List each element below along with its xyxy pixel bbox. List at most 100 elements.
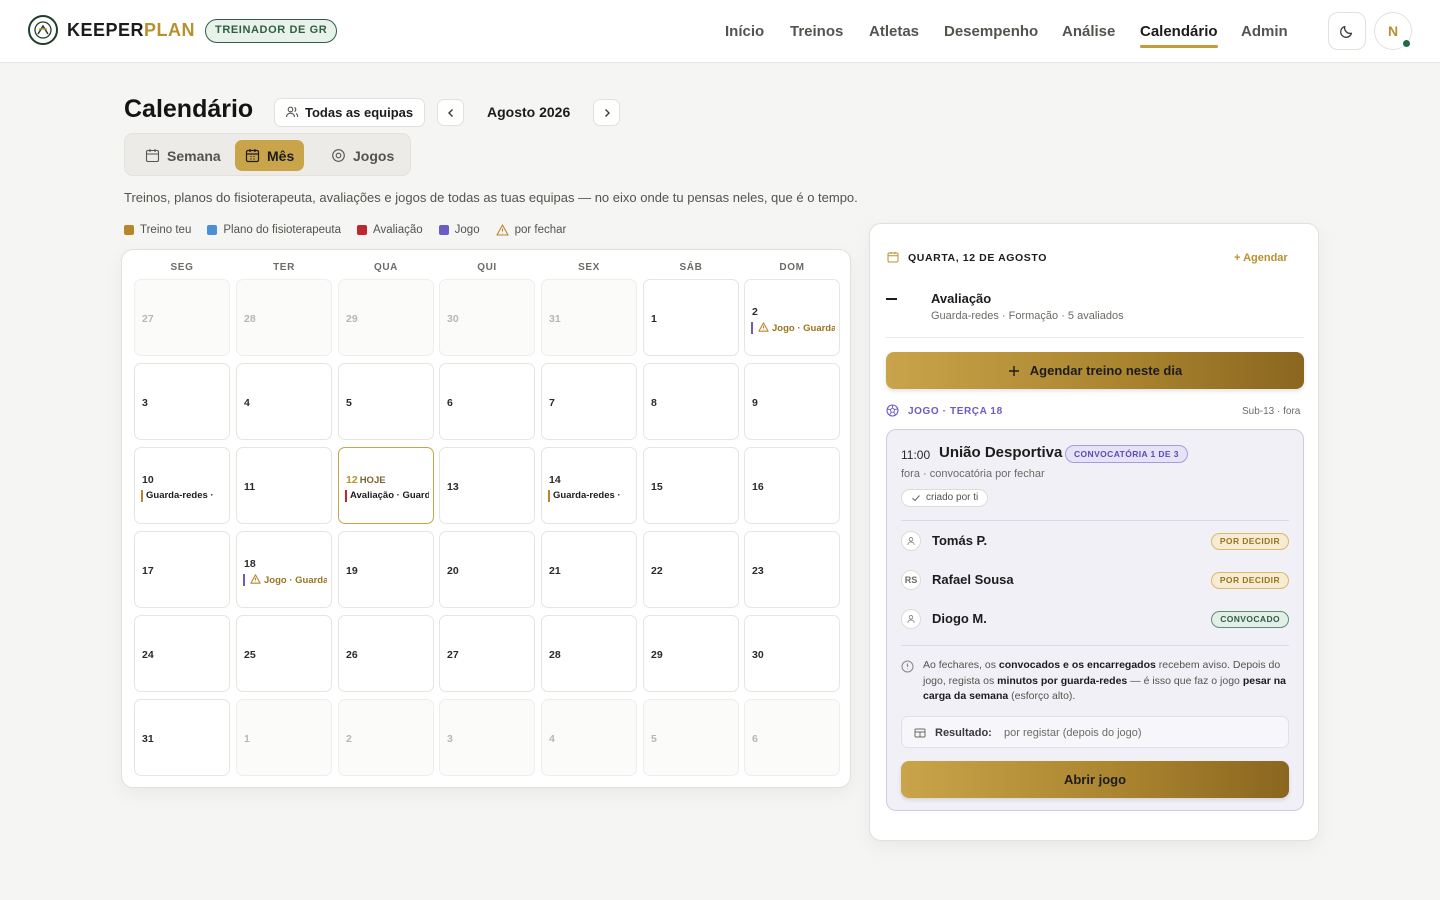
legend-avaliacao: Avaliação xyxy=(357,224,423,236)
player-row[interactable]: RS Rafael Sousa POR DECIDIR xyxy=(901,560,1289,598)
event-title[interactable]: Avaliação xyxy=(931,291,991,306)
player-avatar: RS xyxy=(901,570,921,590)
schedule-training-button[interactable]: Agendar treino neste dia xyxy=(886,352,1304,389)
calendar-day[interactable]: 31 xyxy=(134,699,230,776)
nav-admin[interactable]: Admin xyxy=(1241,23,1288,40)
calendar-day[interactable]: 9 xyxy=(744,363,840,440)
calendar-event-treino[interactable]: Guarda-redes · xyxy=(141,490,225,502)
logo-icon[interactable] xyxy=(28,15,58,45)
day-number: 27 xyxy=(142,313,154,325)
nav-analise[interactable]: Análise xyxy=(1062,23,1115,40)
weekday-header: TER xyxy=(273,262,295,273)
calendar-day[interactable]: 7 xyxy=(541,363,637,440)
chevron-right-icon xyxy=(604,108,610,117)
next-month-button[interactable] xyxy=(593,99,620,126)
day-number: 14 xyxy=(549,474,561,486)
status-badge[interactable]: POR DECIDIR xyxy=(1210,572,1289,589)
day-number: 24 xyxy=(142,649,154,661)
calendar-day[interactable]: 22 xyxy=(643,531,739,608)
player-row[interactable]: Diogo M. CONVOCADO xyxy=(901,599,1289,637)
result-label: Resultado: xyxy=(935,727,992,739)
player-name: Tomás P. xyxy=(932,533,988,548)
calendar-day[interactable]: 6 xyxy=(744,699,840,776)
calendar-day[interactable]: 18 Jogo · Guarda-redes xyxy=(236,531,332,608)
view-month-button[interactable]: Mês xyxy=(235,140,305,171)
calendar-day[interactable]: 11 xyxy=(236,447,332,524)
calendar-day[interactable]: 29 xyxy=(643,615,739,692)
calendar-day[interactable]: 19 xyxy=(338,531,434,608)
calendar-day[interactable]: 21 xyxy=(541,531,637,608)
calendar-day[interactable]: 31 xyxy=(541,279,637,356)
calendar-day[interactable]: 27 xyxy=(439,615,535,692)
calendar-day[interactable]: 16 xyxy=(744,447,840,524)
day-number: 11 xyxy=(244,481,256,493)
calendar-day[interactable]: 28 xyxy=(236,279,332,356)
nav-atletas[interactable]: Atletas xyxy=(869,23,919,40)
calendar-day[interactable]: 4 xyxy=(541,699,637,776)
current-month: Agosto 2026 xyxy=(487,104,571,120)
calendar-event-aval[interactable]: Avaliação · Guarda-redes xyxy=(345,490,429,502)
status-badge[interactable]: POR DECIDIR xyxy=(1210,533,1289,550)
calendar-day[interactable]: 1 xyxy=(643,279,739,356)
user-avatar[interactable]: N xyxy=(1374,12,1412,50)
schedule-link[interactable]: + Agendar xyxy=(1234,252,1288,264)
calendar-day[interactable]: 3 xyxy=(134,363,230,440)
calendar-day[interactable]: 5 xyxy=(338,363,434,440)
player-row[interactable]: Tomás P. POR DECIDIR xyxy=(901,521,1289,559)
calendar-day[interactable]: 2 Jogo · Guarda-redes xyxy=(744,279,840,356)
calendar-day[interactable]: 13 xyxy=(439,447,535,524)
day-number: 17 xyxy=(142,565,154,577)
calendar-event-jogo[interactable]: Jogo · Guarda-redes xyxy=(751,322,835,334)
calendar-day[interactable]: 6 xyxy=(439,363,535,440)
calendar-day[interactable]: 24 xyxy=(134,615,230,692)
calendar-day[interactable]: 2 xyxy=(338,699,434,776)
day-number: 30 xyxy=(447,313,459,325)
calendar-event-treino[interactable]: Guarda-redes · xyxy=(548,490,632,502)
nav-inicio[interactable]: Início xyxy=(725,23,764,40)
calendar-day[interactable]: 17 xyxy=(134,531,230,608)
nav-calendario[interactable]: Calendário xyxy=(1140,23,1218,48)
event-subtitle: Guarda-redes · Formação · 5 avaliados xyxy=(931,310,1124,322)
warning-icon xyxy=(758,322,769,332)
calendar-day[interactable]: 4 xyxy=(236,363,332,440)
view-games-button[interactable]: Jogos xyxy=(321,140,404,171)
team-filter-button[interactable]: Todas as equipas xyxy=(274,98,426,127)
day-number: 16 xyxy=(752,481,764,493)
calendar-day[interactable]: 28 xyxy=(541,615,637,692)
calendar-day[interactable]: 8 xyxy=(643,363,739,440)
status-badge[interactable]: CONVOCADO xyxy=(1211,611,1289,628)
calendar-day[interactable]: 3 xyxy=(439,699,535,776)
calendar-day-today[interactable]: 12HOJE Avaliação · Guarda-redes xyxy=(338,447,434,524)
brand-name[interactable]: KEEPERPLAN xyxy=(67,20,195,41)
calendar-icon xyxy=(887,252,899,263)
calendar-day[interactable]: 25 xyxy=(236,615,332,692)
prev-month-button[interactable] xyxy=(437,99,464,126)
view-week-button[interactable]: Semana xyxy=(135,140,231,171)
game-subtitle: fora · convocatória por fechar xyxy=(901,468,1045,480)
calendar-event-jogo[interactable]: Jogo · Guarda-redes xyxy=(243,574,327,586)
open-game-button[interactable]: Abrir jogo xyxy=(901,761,1289,798)
calendar-day[interactable]: 27 xyxy=(134,279,230,356)
online-status-dot xyxy=(1402,39,1411,48)
users-icon xyxy=(285,106,299,118)
calendar-day[interactable]: 29 xyxy=(338,279,434,356)
calendar-day[interactable]: 15 xyxy=(643,447,739,524)
calendar-day[interactable]: 14 Guarda-redes · xyxy=(541,447,637,524)
calendar-day[interactable]: 30 xyxy=(439,279,535,356)
calendar-day[interactable]: 20 xyxy=(439,531,535,608)
nav-treinos[interactable]: Treinos xyxy=(790,23,843,40)
calendar-day[interactable]: 5 xyxy=(643,699,739,776)
check-icon xyxy=(912,495,920,502)
day-number: 9 xyxy=(752,397,758,409)
game-section-header: JOGO · TERÇA 18 xyxy=(908,406,1003,417)
day-number: 19 xyxy=(346,565,358,577)
calendar-day[interactable]: 30 xyxy=(744,615,840,692)
calendar-day[interactable]: 26 xyxy=(338,615,434,692)
nav-desempenho[interactable]: Desempenho xyxy=(944,23,1038,40)
calendar-day[interactable]: 10 Guarda-redes · xyxy=(134,447,230,524)
result-field[interactable]: Resultado: por registar (depois do jogo) xyxy=(901,716,1289,748)
calendar-day[interactable]: 23 xyxy=(744,531,840,608)
theme-toggle-button[interactable] xyxy=(1328,12,1366,50)
calendar-day[interactable]: 1 xyxy=(236,699,332,776)
divider xyxy=(886,337,1304,338)
